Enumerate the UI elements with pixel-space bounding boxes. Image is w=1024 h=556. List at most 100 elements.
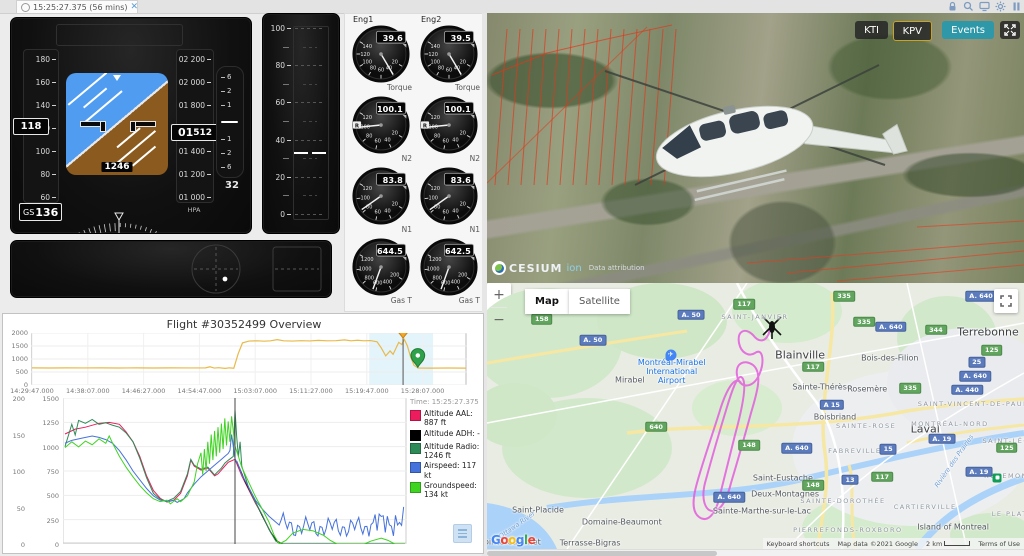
svg-text:1200: 1200 [429, 257, 442, 263]
x-tick-label: 15:03:07.000 [231, 387, 279, 395]
route-badge: 117 [802, 362, 824, 373]
map-label: Domaine-Beaumont [582, 517, 662, 526]
attitude-indicator: 1246 [66, 73, 168, 175]
svg-text:100.1: 100.1 [377, 104, 403, 114]
map-label: Island of Montreal [917, 522, 989, 531]
monitor-icon[interactable] [979, 1, 990, 12]
cesium-3d-view[interactable]: KTI KPV Events CESIUM ion Data attributi… [487, 13, 1024, 283]
vsi-needle [221, 121, 238, 123]
annunciator-box [56, 24, 183, 46]
chart-title: Flight #30352499 Overview [3, 318, 485, 331]
flight-overview-panel: Flight #30352499 Overview Time: 15:25:27… [2, 313, 484, 554]
svg-text:642.5: 642.5 [445, 246, 471, 256]
zoom-out-button[interactable]: − [487, 308, 511, 332]
svg-text:40: 40 [384, 208, 390, 214]
kpv-button[interactable]: KPV [893, 21, 932, 41]
gauge-label: Torque [455, 83, 480, 92]
y-tick-label: 1000 [3, 355, 28, 363]
map-labels-layer: SAINT-JANVIERBlainvilleSainte-ThérèseRos… [487, 283, 1024, 549]
events-button[interactable]: Events [942, 21, 994, 39]
gauge-gas-t: 20040060080010001200642.5Gas T [417, 238, 481, 300]
gauge-label: Gas T [391, 296, 412, 305]
alt-axis-label: 1250 [33, 419, 59, 427]
overview-chart[interactable] [31, 333, 467, 385]
map-fullscreen-icon[interactable] [994, 289, 1018, 313]
gauge-label: N2 [402, 154, 412, 163]
compass-rose: 3435012345 [11, 185, 251, 233]
parameter-chart[interactable] [63, 398, 407, 544]
nav-instrument-panel [10, 240, 332, 298]
gauge-n2: 20406080100120R100.1N2 [349, 96, 413, 158]
helicopter-3d-model [487, 13, 1024, 283]
kti-button[interactable]: KTI [855, 21, 888, 39]
poi-icon[interactable] [993, 473, 1002, 482]
lock-icon[interactable] [947, 1, 958, 12]
gauge-tick: 100 [267, 24, 291, 33]
fullscreen-icon[interactable] [1000, 21, 1020, 39]
gauge-tick: 80 [267, 61, 291, 70]
satellite-type-button[interactable]: Satellite [569, 289, 630, 314]
app-window: 15:25:27.375 (56 mins) ✕ 180160140120100… [0, 0, 1024, 556]
terms-link[interactable]: Terms of Use [978, 540, 1020, 548]
svg-text:60: 60 [375, 138, 381, 144]
keyboard-shortcuts-link[interactable]: Keyboard shortcuts [767, 540, 830, 548]
zoom-in-button[interactable]: + [487, 283, 511, 307]
legend-swatch [410, 443, 421, 454]
scrollbar-handle[interactable] [487, 551, 717, 556]
svg-text:40: 40 [452, 208, 458, 214]
route-badge: 25 [968, 357, 985, 368]
svg-text:40: 40 [384, 137, 390, 143]
map-type-button[interactable]: Map [525, 289, 569, 314]
x-tick-label: 14:29:47.000 [8, 387, 56, 395]
google-logo[interactable]: Google [491, 533, 535, 547]
tape-tick: 01 400 [179, 147, 211, 156]
search-icon[interactable] [963, 1, 974, 12]
map-footer: Keyboard shortcuts Map data ©2021 Google… [763, 538, 1024, 549]
map-label: Saint-Placide [512, 505, 564, 514]
alt-axis-label: 1500 [33, 395, 59, 403]
chart-menu-button[interactable] [453, 524, 472, 543]
airspeed-readout: 118 [13, 118, 49, 135]
gauge-label: Torque [387, 83, 412, 92]
google-map[interactable]: SAINT-JANVIERBlainvilleSainte-ThérèseRos… [487, 283, 1024, 549]
route-badge: 125 [981, 345, 1003, 356]
alt-axis-label: 500 [33, 492, 59, 500]
tape-tick: 100 [36, 147, 56, 156]
airport-icon[interactable]: ✈ [665, 349, 676, 360]
map-label: Terrasse-Bigras [560, 539, 621, 548]
svg-text:100: 100 [360, 195, 369, 201]
legend-swatch [410, 410, 421, 421]
svg-text:60: 60 [375, 209, 381, 215]
window-toolbar [947, 1, 1022, 12]
route-badge: 344 [925, 324, 947, 335]
horizontal-scrollbar[interactable] [487, 549, 1024, 556]
svg-text:40: 40 [452, 137, 458, 143]
route-badge: 640 [645, 421, 667, 432]
eng2-header: Eng2 [421, 15, 441, 24]
vsi-tick: 6 [221, 73, 231, 81]
map-label: Rosemère [847, 385, 887, 394]
x-tick-label: 14:38:07.000 [64, 387, 112, 395]
vsi-tick: 2 [221, 87, 231, 95]
svg-text:140: 140 [431, 44, 440, 50]
aircraft-symbol-right-leg [130, 121, 136, 132]
svg-text:120: 120 [428, 52, 437, 58]
legend-item: Airspeed: 117 kt [410, 461, 484, 480]
svg-text:1200: 1200 [361, 257, 374, 263]
legend-item: Altitude ADH: - [410, 429, 484, 441]
hover-indicator [11, 241, 331, 297]
svg-text:400: 400 [451, 279, 460, 285]
vsi-tick: 1 [221, 101, 231, 109]
settings-icon[interactable] [995, 1, 1006, 12]
svg-text:100: 100 [363, 60, 372, 66]
bank-pointer-icon [113, 75, 121, 81]
svg-text:39.5: 39.5 [451, 33, 471, 43]
data-attribution-link[interactable]: Data attribution [589, 264, 645, 272]
vsi-tick: 6 [221, 163, 231, 171]
cesium-attribution[interactable]: CESIUM ion Data attribution [492, 261, 645, 275]
route-badge: 335 [853, 317, 875, 328]
gauge-label: N1 [470, 225, 480, 234]
time-tab[interactable]: 15:25:27.375 (56 mins) ✕ [16, 0, 138, 13]
close-icon[interactable]: ✕ [131, 3, 139, 12]
pause-icon[interactable] [1011, 1, 1022, 12]
